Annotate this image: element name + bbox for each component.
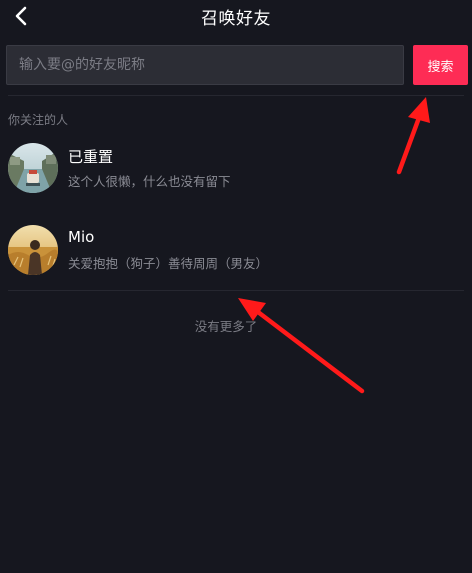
annotation-arrow-icon	[238, 298, 365, 394]
no-more-text: 没有更多了	[194, 319, 258, 334]
avatar-image-canal-icon	[8, 143, 58, 193]
search-bar	[6, 45, 404, 85]
header: 召唤好友	[0, 0, 472, 34]
avatar-image-person-field-icon	[8, 225, 58, 275]
divider	[8, 290, 464, 291]
mention-friends-page: 召唤好友 搜索 你关注的人	[0, 0, 472, 573]
avatar	[8, 143, 58, 193]
section-label-following: 你关注的人	[8, 113, 69, 127]
annotation-arrows	[238, 97, 430, 394]
user-item[interactable]: 已重置 这个人很懒，什么也没有留下	[0, 138, 472, 204]
page-title: 召唤好友	[201, 9, 271, 29]
avatar	[8, 225, 58, 275]
search-button[interactable]: 搜索	[413, 45, 468, 85]
user-name: 已重置	[68, 148, 114, 166]
divider	[8, 95, 464, 96]
search-input[interactable]	[7, 46, 403, 84]
user-bio: 这个人很懒，什么也没有留下	[68, 174, 231, 189]
user-item[interactable]: Mio 关爱抱抱（狗子）善待周周（男友）	[0, 220, 472, 286]
user-name: Mio	[68, 228, 95, 246]
user-bio: 关爱抱抱（狗子）善待周周（男友）	[68, 256, 269, 271]
